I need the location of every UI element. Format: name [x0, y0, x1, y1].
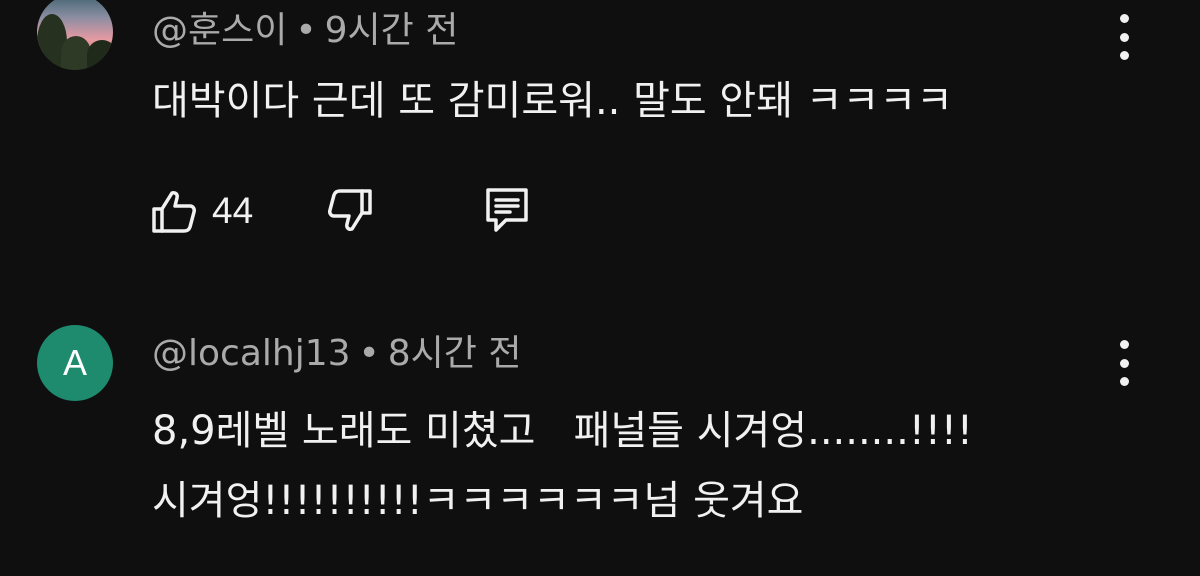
meta-separator: • — [295, 10, 317, 51]
avatar[interactable] — [37, 0, 113, 70]
more-vert-icon — [1119, 14, 1129, 23]
comment-text-line: 8,9레벨 노래도 미쳤고 패널들 시겨엉........!!!! — [152, 408, 973, 454]
comment-time: 9시간 전 — [324, 10, 459, 51]
comment-item: A @localhj13 • 8시간 전 8,9레벨 노래도 미쳤고 패널들 시겨엉… — [0, 300, 1200, 576]
avatar[interactable]: A — [37, 325, 113, 401]
dislike-button[interactable] — [326, 186, 374, 236]
like-count: 44 — [212, 190, 254, 231]
thumbs-down-icon — [328, 189, 372, 231]
comment-text: 8,9레벨 노래도 미쳤고 패널들 시겨엉........!!!! 시겨엉!!!… — [152, 396, 973, 536]
reply-button[interactable] — [480, 186, 534, 236]
like-button[interactable]: 44 — [150, 186, 253, 236]
avatar-letter: A — [62, 342, 87, 383]
more-options-button[interactable] — [1112, 14, 1136, 60]
comment-text-line: 시겨엉!!!!!!!!!!ㅋㅋㅋㅋㅋㅋ넘 웃겨요 — [152, 478, 804, 524]
comment-meta: @훈스이 • 9시간 전 — [152, 13, 458, 49]
comment-actions: 44 — [150, 186, 570, 236]
more-vert-icon — [1119, 340, 1129, 349]
thumbs-up-icon — [152, 191, 196, 233]
comment-meta: @localhj13 • 8시간 전 — [152, 336, 521, 372]
more-options-button[interactable] — [1112, 340, 1136, 386]
meta-separator: • — [358, 333, 380, 374]
avatar-landscape-image — [37, 0, 113, 70]
author-handle[interactable]: @훈스이 — [152, 10, 287, 51]
comment-text-line: 대박이다 근데 또 감미로워.. 말도 안돼 ㅋㅋㅋㅋ — [152, 78, 953, 124]
author-handle[interactable]: @localhj13 — [152, 333, 351, 374]
comment-text: 대박이다 근데 또 감미로워.. 말도 안돼 ㅋㅋㅋㅋ — [152, 66, 953, 136]
comment-item: @훈스이 • 9시간 전 대박이다 근데 또 감미로워.. 말도 안돼 ㅋㅋㅋㅋ 4… — [0, 0, 1200, 290]
reply-icon — [486, 188, 528, 232]
comment-time: 8시간 전 — [387, 333, 522, 374]
